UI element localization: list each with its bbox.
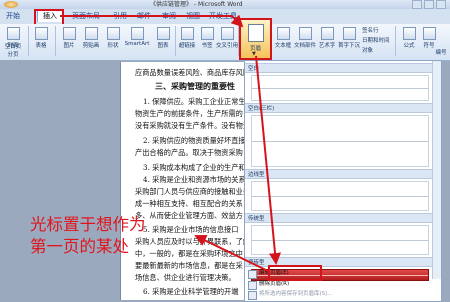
quick-parts-icon (298, 27, 312, 40)
doc-line: 6. 采购是企业科学管理的开端 (143, 287, 239, 296)
doc-line: 采购部门人员与供应商的接触和业务 (135, 187, 251, 196)
clip-art-button[interactable]: 剪贴画 (80, 27, 102, 49)
gallery-section-blank-three: 空白(三栏) (245, 103, 441, 113)
window-controls (412, 0, 446, 9)
doc-line: 成一种相互支持、相互配合的关系 (135, 199, 243, 208)
gallery-scrollbar[interactable] (432, 61, 441, 279)
cover-page-icon (6, 27, 20, 40)
doc-line: 应商品数量误差风险、商品库存风险 (135, 68, 251, 77)
doc-line: 要最新最新的市场信息，都是在采 (135, 261, 243, 270)
window-title: 《供应链管理》 - Microsoft Word (150, 1, 243, 8)
shapes-icon (106, 27, 120, 40)
cross-reference-icon (220, 27, 234, 40)
chart-button[interactable]: 图表 (152, 27, 174, 49)
smartart-icon (130, 27, 144, 40)
tab-references[interactable]: 引用 (113, 11, 127, 22)
group-separator (28, 26, 29, 56)
gallery-item-edge[interactable] (251, 181, 429, 211)
tab-home[interactable]: 开始 (6, 11, 20, 22)
edit-header-highlight (268, 265, 322, 281)
hyperlink-button[interactable]: 超链接 (176, 27, 198, 49)
shapes-button[interactable]: 形状 (102, 27, 124, 49)
quick-parts-button[interactable]: 文档部件 (294, 27, 316, 49)
equation-icon (402, 27, 416, 40)
clip-art-icon (84, 27, 98, 40)
doc-line: 多、从而使企业管理方面、效益方 (135, 211, 243, 220)
bookmark-button[interactable]: 书签 (196, 27, 218, 49)
doc-line: 4. 采购是企业和资源市场的关系接口 (143, 175, 260, 184)
doc-line: 采购人员应及时以与外界联系，了解 (135, 237, 251, 246)
title-bar: 《供应链管理》 - Microsoft Word (0, 0, 450, 9)
smartart-button[interactable]: SmartArt (124, 27, 150, 47)
doc-line: 物资生产的前提条件，生产所需的 (135, 109, 243, 118)
annotation-line-2: 第一页的某处 (30, 237, 129, 256)
wordart-button[interactable]: 艺术字 (316, 27, 338, 49)
gallery-section-blank: 空白 (245, 63, 441, 73)
date-time-button[interactable]: 日期和时间 (362, 36, 392, 44)
doc-line: 2. 采购供应的物资质量好坏直接 (143, 136, 246, 145)
cross-reference-button[interactable]: 交叉引用 (216, 27, 238, 49)
wordart-icon (320, 27, 334, 40)
equation-button[interactable]: 公式 (398, 27, 420, 49)
doc-heading: 三、采购管理的重要性 (155, 81, 235, 91)
gallery-section-traditional: 传统型 (245, 213, 441, 223)
maximize-button[interactable] (424, 0, 434, 9)
symbol-icon (422, 27, 436, 40)
text-box-icon (276, 27, 290, 40)
object-button[interactable]: 对象 (362, 46, 390, 54)
save-to-gallery-option[interactable]: 将所选内容保存到页眉库(S)... (245, 289, 441, 300)
tab-review[interactable]: 审阅 (162, 11, 176, 22)
page-break-button[interactable]: 分页 (2, 50, 24, 58)
picture-icon (62, 27, 76, 40)
table-button[interactable]: 表格 (30, 27, 52, 49)
picture-button[interactable]: 图片 (58, 27, 80, 49)
gallery-item-blank-three[interactable] (251, 115, 429, 167)
gallery-item-blank[interactable] (251, 75, 429, 101)
signature-line-button[interactable]: 签名行 (362, 26, 390, 34)
office-button[interactable] (4, 1, 18, 8)
symbol-button[interactable]: 符号 (418, 27, 440, 49)
close-button[interactable] (436, 0, 446, 9)
group-separator (55, 26, 56, 56)
doc-line: 3. 采购成本构成了企业的生产和 (143, 163, 246, 172)
doc-line: 没有采购就没有生产条件。没有物资 (135, 121, 251, 130)
gallery-item-traditional[interactable] (251, 225, 429, 255)
group-separator (395, 26, 396, 56)
tab-page-layout[interactable]: 页面布局 (72, 11, 100, 22)
bookmark-icon (200, 27, 214, 40)
gallery-section-edge: 边线型 (245, 169, 441, 179)
edit-header-icon (248, 270, 257, 279)
tab-developer[interactable]: 开发工具 (209, 11, 237, 22)
drop-cap-button[interactable]: 首字下沉 (338, 27, 360, 49)
tab-mailings[interactable]: 邮件 (137, 11, 151, 22)
doc-line: 5. 采购是企业市场的信息接口 (143, 225, 239, 234)
ribbon-tabs: 开始 插入 页面布局 引用 邮件 审阅 视图 开发工具 (0, 9, 450, 24)
annotation-line-1: 光标置于想作为 (30, 215, 146, 234)
doc-line: 中，一般的，都是在采购环境之中 (135, 249, 243, 258)
chart-icon (156, 27, 170, 40)
doc-line: 场信息、供企业进行管理决策。 (135, 273, 236, 282)
table-icon (34, 27, 48, 40)
ribbon: 封面 空白页 分页 表格 图片 剪贴画 形状 SmartArt 图表 超链接 书… (0, 24, 450, 61)
blank-page-button[interactable]: 空白页 (2, 42, 24, 50)
text-box-button[interactable]: 文本框 (272, 27, 294, 49)
save-selection-icon (248, 291, 257, 300)
hyperlink-icon (180, 27, 194, 40)
drop-cap-icon (342, 27, 356, 40)
numbering-button[interactable]: 编号 (432, 48, 450, 56)
header-icon (248, 24, 264, 42)
tab-view[interactable]: 视图 (186, 11, 200, 22)
annotation-note: 光标置于想作为 第一页的某处 (30, 214, 146, 258)
header-button[interactable]: 页眉 ▼ (239, 18, 272, 60)
dropdown-arrow-icon: ▼ (252, 51, 256, 57)
doc-line: 产出合格的产品。取决于物资采购 (135, 148, 243, 157)
minimize-button[interactable] (412, 0, 422, 9)
workspace-background (0, 60, 120, 300)
doc-line: 1. 保障供应。采购工企业正常生产 (143, 97, 253, 106)
